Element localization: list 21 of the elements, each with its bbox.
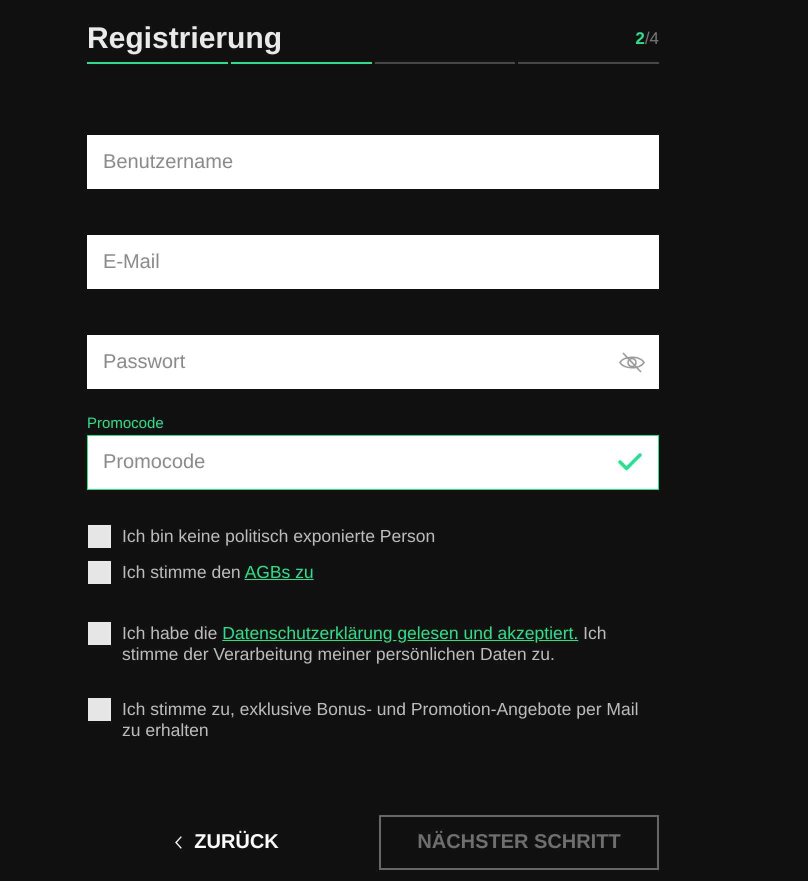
page-title: Registrierung (87, 21, 282, 57)
checkbox[interactable] (88, 622, 111, 645)
text-link[interactable]: Datenschutzerklärung gelesen und akzeptiert. (222, 623, 578, 643)
chevron-left-icon (175, 836, 182, 849)
checkbox[interactable] (88, 698, 111, 721)
consent-text: Ich bin keine politisch exponierte Person (122, 525, 436, 547)
consent-text: Ich stimme den AGBs zu (122, 561, 315, 583)
eye-slash-icon[interactable] (619, 352, 645, 373)
password-field[interactable]: Passwort (87, 335, 659, 389)
text-link[interactable]: AGBs zu (244, 562, 314, 582)
checkbox[interactable] (88, 561, 111, 584)
field-label: Promocode (87, 415, 165, 432)
check-icon (618, 453, 642, 471)
promo-code-field[interactable]: Promocode (87, 435, 659, 490)
back-button[interactable]: ZURÜCK (87, 815, 367, 870)
email-field[interactable]: E-Mail (87, 235, 659, 289)
consent-text: Ich stimme zu, exklusive Bonus- und Promotion-Angebote per Mail zu erhalten (122, 698, 640, 741)
consent-text: Ich habe die Datenschutzerklärung gelesen und akzeptiert. Ich stimme der Verarbeitung meiner persönlichen Daten zu. (122, 622, 608, 665)
username-field[interactable]: Benutzername (87, 135, 659, 189)
checkbox[interactable] (88, 525, 111, 548)
step-counter: 2/4 (635, 29, 659, 49)
